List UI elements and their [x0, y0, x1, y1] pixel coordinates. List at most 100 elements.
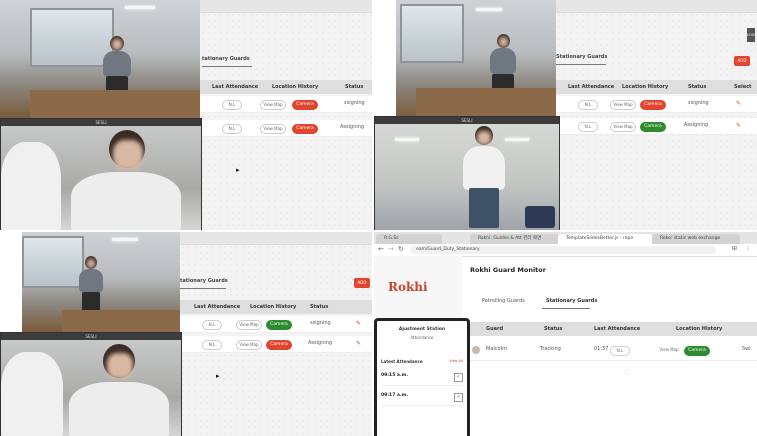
attendance-pill[interactable]: N.L — [222, 124, 242, 134]
col-status: Status — [345, 84, 364, 90]
browser-tab[interactable]: Rokhi: Guides & Att 관리 화면 — [470, 234, 560, 244]
section-title: tationary Guards — [180, 278, 228, 284]
view-map-button[interactable]: View Map — [236, 340, 262, 350]
attendance-pill[interactable]: N.L — [578, 122, 598, 132]
attendance-item: 09:15 a.m. ✓ — [381, 371, 463, 386]
attendance-pill[interactable]: N.L — [610, 346, 630, 356]
room-photo — [0, 0, 200, 118]
dashboard-app: ADD LOGO Stationary Guards Last Attendan… — [556, 0, 757, 230]
dashboard-app: ADD tationary Guards Last Attendance Loc… — [180, 232, 372, 436]
col-location-history: Location History — [250, 304, 297, 310]
table-header: Guard Status Last Attendance Location Hi… — [462, 322, 757, 336]
wooden-desk — [62, 310, 180, 332]
table-header: Last Attendance Location History Status — [180, 300, 372, 314]
attendance-item-time: 09:17 a.m. — [381, 393, 409, 398]
status-text: Assigning — [684, 122, 709, 128]
table-row: N.L View Map Camera Assigning ✎ — [556, 118, 757, 135]
attendance-pill[interactable]: N.L — [202, 340, 222, 350]
table-row: Malcolm Tracking 01:37 N.L View Map Came… — [462, 342, 757, 361]
camera-button[interactable]: Camera — [266, 340, 292, 350]
phone-header: Ajustment Station — [398, 327, 446, 332]
call-title: SESLI — [1, 119, 201, 126]
browser-tab[interactable]: R.G.Ss — [376, 234, 442, 244]
camera-button[interactable]: Camera — [292, 100, 318, 110]
dashboard-app: tationary Guards Last Attendance Locatio… — [200, 0, 372, 230]
view-map-button[interactable]: View Map — [658, 346, 680, 354]
camera-button[interactable]: Camera — [640, 100, 666, 110]
tab-patrolling-guards[interactable]: Patrolling Guards — [482, 298, 525, 304]
person-center — [63, 340, 173, 436]
col-location-history: Location History — [622, 84, 669, 90]
delete-icon[interactable]: ✎ — [736, 100, 741, 107]
reload-icon[interactable]: ↻ — [398, 245, 404, 253]
col-status: Status — [688, 84, 707, 90]
wooden-desk — [416, 88, 556, 118]
video-tile-bottom-left: ADD tationary Guards Last Attendance Loc… — [0, 232, 372, 436]
mouse-cursor: ▸ — [216, 372, 220, 380]
status-text: ssigning — [310, 320, 331, 326]
check-icon: ✓ — [454, 373, 463, 382]
add-button[interactable]: ADD — [734, 56, 750, 66]
col-status: Status — [544, 326, 563, 332]
table-row: N.L View Map Camera Assigning — [200, 120, 372, 137]
ceiling-light — [395, 138, 419, 141]
extensions-icon[interactable]: ⊞ — [732, 245, 737, 252]
col-last-attendance: Last Attendance — [594, 326, 641, 332]
camera-button[interactable]: Camera — [684, 346, 710, 356]
ceiling-light — [476, 8, 502, 11]
camera-button[interactable]: Camera — [292, 124, 318, 134]
video-tile-top-left: tationary Guards Last Attendance Locatio… — [0, 0, 372, 230]
delete-icon[interactable]: ✎ — [356, 340, 361, 347]
section-title: tationary Guards — [202, 56, 250, 62]
back-icon[interactable]: ← — [378, 245, 384, 253]
check-icon: ✓ — [454, 393, 463, 402]
view-map-button[interactable]: View Map — [610, 100, 636, 110]
person-left — [1, 344, 63, 436]
section-title: Stationary Guards — [556, 54, 608, 60]
video-tile-top-right: ADD LOGO Stationary Guards Last Attendan… — [374, 0, 757, 230]
attendance-pill[interactable]: N.L — [578, 100, 598, 110]
view-all-link[interactable]: View All — [449, 359, 463, 363]
browser-tab-strip: R.G.Ss Rokhi: Guides & Att 관리 화면 Templat… — [374, 232, 757, 244]
call-title: SESLI — [1, 333, 181, 340]
delete-icon[interactable]: ✎ — [736, 122, 741, 129]
logo-side-button[interactable]: LOGO — [747, 28, 757, 42]
browser-tab[interactable]: TemplateSlidesBetter.js - repo — [558, 234, 652, 244]
view-map-button[interactable]: View Map — [610, 122, 636, 132]
view-map-button[interactable]: View Map — [236, 320, 262, 330]
attendance-time: 01:37 — [594, 346, 609, 352]
view-map-button[interactable]: View Map — [260, 100, 286, 110]
attendance-pill[interactable]: N.L — [222, 100, 242, 110]
view-map-button[interactable]: View Map — [260, 124, 286, 134]
col-location-history: Location History — [272, 84, 319, 90]
col-last-attendance: Last Attendance — [212, 84, 259, 90]
add-button[interactable]: ADD — [354, 278, 370, 288]
table-row: N.L View Map Camera ssigning ✎ — [180, 316, 372, 333]
video-call-window: SESLI — [374, 116, 560, 230]
browser-tab[interactable]: Reko: static web exchange — [652, 234, 740, 244]
table-row: N.L View Map Camera ssigning ✎ — [556, 96, 757, 113]
wooden-desk — [30, 90, 200, 118]
brand-logo: Rokhi — [388, 280, 428, 294]
person-center — [65, 126, 185, 230]
menu-icon[interactable]: ⋮ — [745, 245, 751, 252]
phone-preview: Ajustment Station Attendance Latest Atte… — [374, 318, 470, 436]
mouse-cursor: ▸ — [236, 166, 240, 174]
forward-icon[interactable]: → — [388, 245, 394, 253]
table-row: N.L View Map Camera ssigning — [200, 96, 372, 113]
camera-button[interactable]: Camera — [266, 320, 292, 330]
person-left — [1, 132, 61, 230]
delete-icon[interactable]: ✎ — [356, 320, 361, 327]
status-text: Assigning — [340, 124, 365, 130]
room-photo — [396, 0, 556, 118]
video-call-window: SESLI — [0, 118, 202, 230]
extra-text: Swi — [742, 346, 751, 352]
attendance-pill[interactable]: N.L — [202, 320, 222, 330]
tab-stationary-guards[interactable]: Stationary Guards — [546, 298, 597, 304]
standing-person — [455, 126, 515, 230]
status-text: Assigning — [308, 340, 333, 346]
table-row: N.L View Map Camera Assigning ✎ — [180, 336, 372, 353]
camera-button[interactable]: Camera — [640, 122, 666, 132]
room-window — [22, 236, 84, 288]
url-field[interactable]: eam/Guard_Duty_Stationary — [410, 246, 716, 254]
